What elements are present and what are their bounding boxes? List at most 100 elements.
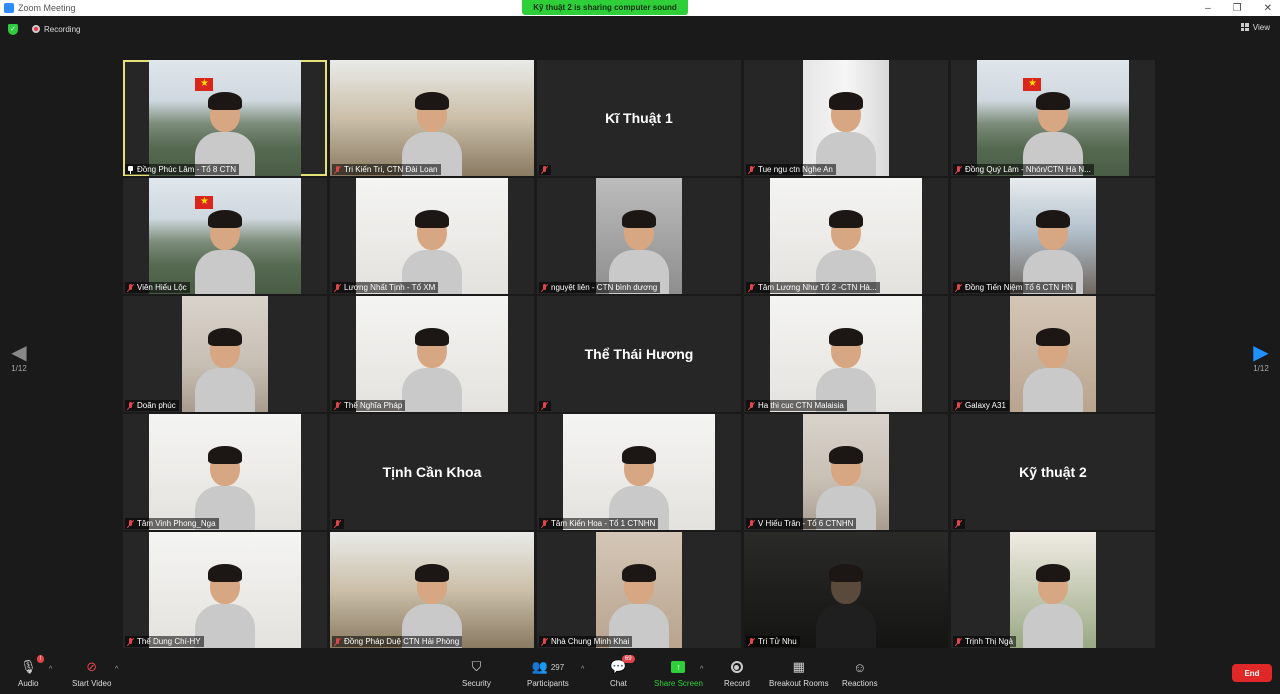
participant-name-label: Thể Dung Chí-HY [125,636,204,647]
participant-tile[interactable]: Tri Kiến Tri, CTN Đài Loan [330,60,534,176]
muted-microphone-icon [541,283,548,292]
participant-video [1010,296,1096,412]
participant-tile[interactable]: Tue ngu ctn Nghe An [744,60,948,176]
participant-name-label: Lương Nhất Tịnh - Tổ XM [332,282,439,293]
participant-name-label: Ha thi cuc CTN Malaisia [746,400,847,411]
participant-name: Tâm Vinh Phong_Nga [137,519,216,528]
record-button[interactable]: Record [724,658,750,688]
participant-video [149,178,301,294]
participant-tile[interactable]: Đồng Tiến Niệm Tổ 6 CTN HN [951,178,1155,294]
participant-tile[interactable]: Galaxy A31 [951,296,1155,412]
muted-microphone-icon [748,519,755,528]
participant-tile[interactable]: Nhà Chung Minh Khai [537,532,741,648]
share-screen-button[interactable]: ↑ Share Screen [654,658,703,688]
pin-icon [127,165,134,174]
audio-warning-badge: ! [36,655,45,663]
muted-microphone-icon [748,283,755,292]
participant-video [770,296,922,412]
view-button[interactable]: View [1240,23,1270,32]
participant-figure [814,438,878,530]
recording-indicator[interactable]: Recording [32,25,80,34]
participant-video [330,60,534,176]
participant-tile[interactable]: Ha thi cuc CTN Malaisia [744,296,948,412]
participant-tile[interactable]: Kỹ thuật 2 [951,414,1155,530]
muted-microphone-icon [955,637,962,646]
participant-tile[interactable]: Viên Hiếu Lộc [123,178,327,294]
reactions-button[interactable]: ☺ Reactions [842,658,878,689]
participant-name-label [539,165,551,175]
muted-microphone-icon [127,519,134,528]
start-video-button[interactable]: ⊘ Start Video [72,658,111,688]
security-shield-icon[interactable]: ✓ [8,23,18,35]
participant-name: Lương Nhất Tịnh - Tổ XM [344,283,436,292]
participant-name-label: Tâm Vinh Phong_Nga [125,518,219,529]
participant-figure [607,438,671,530]
participant-video [977,60,1129,176]
participant-name-label: Tue ngu ctn Nghe An [746,164,836,175]
end-meeting-button[interactable]: End [1232,664,1272,682]
zoom-app-icon [4,3,14,13]
participant-name: Tue ngu ctn Nghe An [758,165,833,174]
muted-microphone-icon [334,637,341,646]
participant-name: Thể Nghĩa Pháp [344,401,403,410]
participant-tile[interactable]: nguyệt liên - CTN bình dương [537,178,741,294]
participant-tile[interactable]: Thể Thái Hương [537,296,741,412]
shield-icon: ⛉ [471,659,482,674]
minimize-icon[interactable]: – [1205,3,1211,14]
participant-name-label: Galaxy A31 [953,400,1009,411]
participant-name: Tri Kiến Tri, CTN Đài Loan [344,165,438,174]
participant-name: Nhà Chung Minh Khai [551,637,630,646]
participants-label: Participants [527,679,569,688]
security-button[interactable]: ⛉ Security [462,658,491,688]
participant-name: Galaxy A31 [965,401,1006,410]
security-label: Security [462,679,491,688]
breakout-rooms-label: Breakout Rooms [769,679,829,688]
page-indicator-left: 1/12 [11,364,27,373]
muted-microphone-icon [541,519,548,528]
participant-tile[interactable]: Trịnh Thị Ngà [951,532,1155,648]
participant-tile[interactable]: V Hiếu Trân - Tổ 6 CTNHN [744,414,948,530]
participant-video [149,60,301,176]
video-options-caret[interactable]: ^ [115,666,118,673]
participant-tile[interactable]: Tâm Vinh Phong_Nga [123,414,327,530]
restore-icon[interactable]: ❐ [1233,3,1242,14]
participant-name-label: Đồng Quý Lâm - Nhón/CTN Hà N... [953,164,1094,175]
participant-tile[interactable]: Tâm Lương Như Tổ 2 -CTN Hà... [744,178,948,294]
participant-tile[interactable]: Doãn phúc [123,296,327,412]
muted-microphone-icon [541,402,548,410]
prev-page-button[interactable]: ◀ 1/12 [4,342,34,373]
participant-video [803,60,889,176]
close-icon[interactable]: ✕ [1264,3,1272,14]
view-label: View [1252,23,1270,32]
breakout-rooms-button[interactable]: ▦ Breakout Rooms [769,658,829,688]
participant-tile[interactable]: Đồng Pháp Duệ CTN Hải Phòng [330,532,534,648]
participant-tile[interactable]: Tịnh Cần Khoa [330,414,534,530]
share-options-caret[interactable]: ^ [700,666,703,673]
participant-tile[interactable]: Đồng Quý Lâm - Nhón/CTN Hà N... [951,60,1155,176]
participant-tile[interactable]: Đồng Phúc Lâm - Tổ 8 CTN [123,60,327,176]
audio-button[interactable]: 🎙! Audio [18,655,45,688]
participant-tile[interactable]: Tâm Kiến Hoa - Tổ 1 CTNHN [537,414,741,530]
window-controls: – ❐ ✕ [1205,0,1272,16]
share-screen-label: Share Screen [654,679,703,688]
chat-button[interactable]: 💬 69 Chat [610,655,635,688]
participant-name: Đồng Quý Lâm - Nhón/CTN Hà N... [965,165,1091,174]
participant-tile[interactable]: Thể Nghĩa Pháp [330,296,534,412]
sharing-sound-banner[interactable]: Kỹ thuật 2 is sharing computer sound [522,0,688,15]
meeting-toolbar: 🎙! Audio ^ ⊘ Start Video ^ ⛉ Security 👥 2… [0,652,1280,694]
muted-microphone-icon [955,520,962,528]
participants-button[interactable]: 👥 297 Participants [527,658,569,688]
participant-video [330,532,534,648]
participant-figure [193,202,257,294]
participant-tile[interactable]: Thể Dung Chí-HY [123,532,327,648]
participants-options-caret[interactable]: ^ [581,666,584,673]
muted-microphone-icon [955,165,962,174]
participant-display-name: Kỹ thuật 2 [1019,464,1087,480]
participant-tile[interactable]: Trí Tử Nhu [744,532,948,648]
audio-options-caret[interactable]: ^ [49,666,52,673]
participant-tile[interactable]: Lương Nhất Tịnh - Tổ XM [330,178,534,294]
participant-name-label: Đồng Pháp Duệ CTN Hải Phòng [332,636,463,647]
chat-unread-badge: 69 [621,655,635,663]
next-page-button[interactable]: ▶ 1/12 [1246,342,1276,373]
participant-tile[interactable]: Kĩ Thuật 1 [537,60,741,176]
